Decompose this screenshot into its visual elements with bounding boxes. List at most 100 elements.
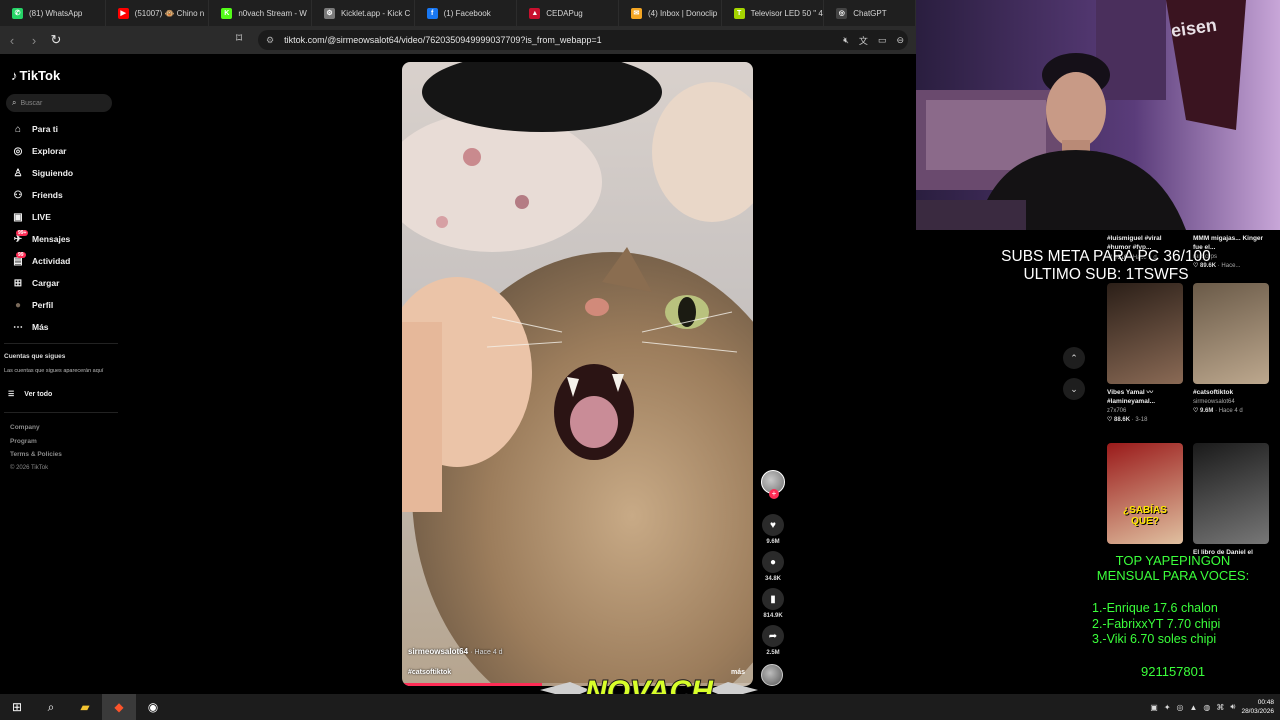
sidebar-item-cargar[interactable]: ⊞ Cargar — [0, 272, 122, 294]
tray-icon[interactable]: ▲ — [1190, 703, 1198, 712]
sidebar-item-actividad[interactable]: ▤ Actividad 99 — [0, 250, 122, 272]
tiktok-nav: ⌂ Para ti ◎ Explorar ♙ Siguiendo ⚇ Friends ▣ LIVE… — [0, 118, 122, 338]
compass-icon: ◎ — [13, 145, 23, 157]
search-input[interactable]: ⌕ Buscar — [6, 94, 112, 112]
footer-link-terms[interactable]: Terms & Policies — [10, 448, 62, 462]
heart-icon: ♡ — [1107, 417, 1115, 423]
volume-icon[interactable]: 🔊︎ — [1230, 702, 1235, 712]
like-button[interactable]: ♥ 9.6M — [760, 514, 786, 545]
sidebar-item-perfil[interactable]: ● Perfil — [0, 294, 122, 316]
video-thumbnail[interactable] — [1193, 443, 1269, 544]
sidebar-item-más[interactable]: ⋯ Más — [0, 316, 122, 338]
tiktok-logo[interactable]: ♪ TikTok — [11, 68, 60, 83]
video-author[interactable]: sirmeowsalot64 · Hace 4 d — [408, 647, 503, 656]
url-text: tiktok.com/@sirmeowsalot64/video/7620350… — [284, 35, 602, 45]
forward-icon[interactable]: › — [24, 30, 44, 50]
network-icon[interactable]: ⌘ — [1216, 703, 1224, 712]
screen-icon[interactable]: ▭ — [878, 35, 887, 46]
sidebar-item-label: Perfil — [32, 300, 54, 310]
tab-label: (81) WhatsApp — [29, 8, 83, 18]
home-icon: ⌂ — [14, 123, 22, 135]
related-video-card[interactable]: Vibes Yamal 〰 #lamineyamal... z7x706 ♡ 88.… — [1107, 283, 1183, 423]
clock[interactable]: 00:48 28/03/2026 — [1241, 698, 1274, 716]
tray-icon[interactable]: ✦ — [1164, 703, 1171, 712]
bookmark-icon[interactable]: ⌑ — [236, 31, 248, 47]
tab-label: Kicklet.app - Kick C — [340, 8, 411, 18]
video-hashtag[interactable]: #catsoftiktok — [408, 669, 451, 676]
video-thumbnail[interactable]: ¿SABÍAS QUE? — [1107, 443, 1183, 544]
tray-icon[interactable]: ◎ — [1177, 703, 1184, 712]
sidebar-item-live[interactable]: ▣ LIVE — [0, 206, 122, 228]
search-icon[interactable]: ⌕ — [34, 694, 68, 720]
clock-time: 00:48 — [1257, 699, 1274, 706]
tab-favicon-icon: f — [426, 7, 438, 19]
related-video-card[interactable]: El libro de Daniel el — [1193, 443, 1269, 557]
windows-start-icon[interactable]: ⊞ — [0, 694, 34, 720]
webcam-image: eisen — [916, 0, 1280, 230]
following-icon: ♙ — [13, 167, 23, 179]
mute-icon[interactable]: 🔇︎ — [843, 35, 849, 46]
browser-tab[interactable]: ◎ ChatGPT — [824, 0, 916, 26]
author-avatar[interactable]: + — [761, 470, 785, 499]
see-all-button[interactable]: ☰ Ver todo — [8, 390, 52, 399]
video-progress-fill — [402, 683, 543, 686]
reload-icon[interactable]: ↻ — [46, 30, 66, 50]
sidebar-item-label: Cargar — [32, 278, 60, 288]
video-thumbnail[interactable] — [1193, 283, 1269, 384]
video-player[interactable]: sirmeowsalot64 · Hace 4 d #catsoftiktok … — [402, 62, 753, 686]
sidebar-item-explorar[interactable]: ◎ Explorar — [0, 140, 122, 162]
sidebar-item-mensajes[interactable]: ✈ Mensajes 99+ — [0, 228, 122, 250]
related-video-card[interactable]: #catsoftiktok sirmeowsalot64 ♡ 9.6M · Hace… — [1193, 283, 1269, 414]
footer-link-company[interactable]: Company — [10, 421, 62, 435]
zoom-icon[interactable]: ⊖ — [896, 35, 904, 46]
top-donors-list: 1.-Enrique 17.6 chalon 2.-FabrixxYT 7.70… — [1092, 601, 1220, 648]
comment-button[interactable]: ● 34.8K — [760, 551, 786, 582]
save-button[interactable]: ▮ 814.9K — [760, 588, 786, 619]
tab-favicon-icon: ◎ — [836, 7, 848, 19]
tiktok-logo-text: TikTok — [19, 68, 61, 83]
following-desc: Las cuentas que sigues aparecerán aquí — [4, 368, 104, 374]
related-video-author[interactable]: z7x706 — [1107, 408, 1183, 414]
footer-link-program[interactable]: Program — [10, 435, 62, 449]
share-button[interactable]: ➦ 2.5M — [760, 625, 786, 656]
sidebar-item-label: LIVE — [32, 212, 51, 222]
file-explorer-icon[interactable]: ▰ — [68, 694, 102, 720]
related-video-author[interactable]: sirmeowsalot64 — [1193, 399, 1269, 405]
tray-icon[interactable]: ▣ — [1150, 703, 1158, 712]
scroll-up-icon[interactable]: ⌃ — [1063, 347, 1085, 369]
obs-icon[interactable]: ◉ — [136, 694, 170, 720]
tab-label: n0vach Stream - W — [238, 8, 307, 18]
follow-plus-icon[interactable]: + — [769, 489, 779, 499]
sidebar-item-siguiendo[interactable]: ♙ Siguiendo — [0, 162, 122, 184]
tray-icon[interactable]: ◍ — [1203, 703, 1210, 712]
browser-tab[interactable]: ✆ (81) WhatsApp — [0, 0, 106, 26]
browser-tab[interactable]: ✉ (4) Inbox | Donoclip — [619, 0, 722, 26]
browser-tab[interactable]: ▲ CEDAPug — [517, 0, 619, 26]
tiktok-sidebar: ♪ TikTok ⌕ Buscar ⌂ Para ti ◎ Explorar ♙ Sigu… — [0, 54, 122, 694]
top-title-line1: TOP YAPEPINGON — [1115, 553, 1231, 568]
following-title: Cuentas que sigues — [4, 353, 66, 360]
back-icon[interactable]: ‹ — [2, 30, 22, 50]
video-author-name[interactable]: sirmeowsalot64 — [408, 647, 468, 656]
brave-browser-icon[interactable]: ◆ — [102, 694, 136, 720]
browser-tab[interactable]: ▶ (51007) 🐵 Chino n — [106, 0, 210, 26]
video-thumbnail[interactable] — [1107, 283, 1183, 384]
webcam-feed: eisen — [916, 0, 1280, 230]
thumbnail-caption: ¿SABÍAS QUE? — [1123, 505, 1167, 527]
cat-video-frame — [402, 62, 753, 686]
browser-tab[interactable]: Kn0vach Stream - W — [209, 0, 312, 26]
browser-tab[interactable]: ⚙ Kicklet.app - Kick C — [312, 0, 415, 26]
sidebar-item-para-ti[interactable]: ⌂ Para ti — [0, 118, 122, 140]
browser-tab[interactable]: f (1) Facebook — [415, 0, 518, 26]
sidebar-item-label: Friends — [32, 190, 63, 200]
list-icon: ☰ — [8, 391, 15, 398]
related-video-card[interactable]: ¿SABÍAS QUE? — [1107, 443, 1183, 544]
browser-tab[interactable]: T Televisor LED 50 " 4 — [722, 0, 825, 26]
site-info-icon[interactable]: ⚙ — [266, 35, 274, 46]
sidebar-item-friends[interactable]: ⚇ Friends — [0, 184, 122, 206]
scroll-down-icon[interactable]: ⌄ — [1063, 378, 1085, 400]
translate-icon[interactable]: 文 — [859, 34, 868, 47]
sound-disc-icon[interactable] — [761, 664, 783, 686]
address-bar[interactable]: ⚙ tiktok.com/@sirmeowsalot64/video/76203… — [258, 30, 908, 50]
clock-date: 28/03/2026 — [1241, 708, 1274, 715]
